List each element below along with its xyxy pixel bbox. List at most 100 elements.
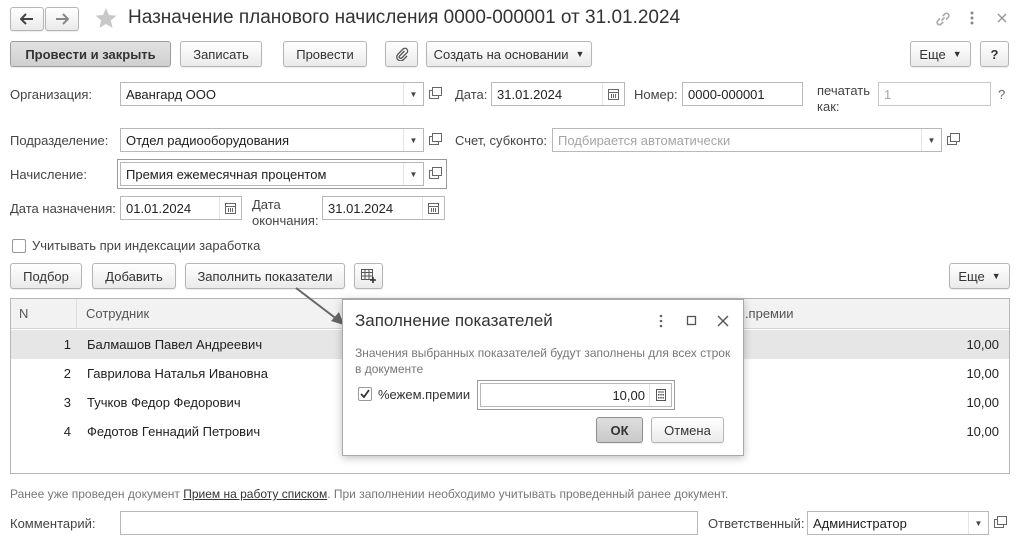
assign-date-field[interactable]: 01.01.2024 <box>120 196 242 220</box>
window-title: Назначение планового начисления 0000-000… <box>128 7 681 28</box>
org-open-button[interactable] <box>424 82 444 106</box>
arrow-left-icon <box>20 13 33 25</box>
table-settings-button[interactable] <box>354 263 383 289</box>
calendar-icon <box>608 88 619 100</box>
paperclip-icon <box>395 47 408 61</box>
column-header-bonus-percent[interactable]: м.премии <box>736 299 936 329</box>
calendar-icon <box>225 202 236 214</box>
forward-button[interactable] <box>45 7 79 31</box>
calendar-button[interactable] <box>602 83 624 105</box>
print-as-placeholder: 1 <box>884 86 892 102</box>
dialog-description: Значения выбранных показателей будут зап… <box>355 346 731 376</box>
maximize-icon[interactable] <box>684 313 700 329</box>
comment-label: Комментарий: <box>10 516 96 531</box>
end-date-field[interactable]: 31.01.2024 <box>322 196 445 220</box>
row-employee: Федотов Геннадий Петрович <box>87 424 261 439</box>
end-date-label-line2: окончания: <box>252 213 319 228</box>
dept-value: Отдел радиооборудования <box>126 132 290 148</box>
hire-document-link[interactable]: Прием на работу списком <box>183 487 327 501</box>
dept-open-button[interactable] <box>424 128 444 152</box>
pick-button[interactable]: Подбор <box>10 263 82 289</box>
link-icon[interactable] <box>934 10 952 28</box>
ok-button[interactable]: ОК <box>596 417 643 443</box>
chevron-down-icon: ▼ <box>991 271 1001 281</box>
open-icon <box>994 515 1007 528</box>
calendar-button[interactable] <box>422 197 444 219</box>
open-icon <box>947 132 960 145</box>
table-more-button[interactable]: Еще ▼ <box>949 263 1010 289</box>
more-vertical-icon[interactable] <box>964 9 980 27</box>
create-based-on-label: Создать на основании <box>433 46 569 62</box>
account-field[interactable]: Подбирается автоматически ▼ <box>552 128 942 152</box>
dept-field[interactable]: Отдел радиооборудования ▼ <box>120 128 424 152</box>
write-button[interactable]: Записать <box>180 41 262 67</box>
table-more-label: Еще <box>958 268 985 284</box>
row-value: 10,00 <box>966 424 999 439</box>
row-number: 2 <box>63 366 71 381</box>
account-open-button[interactable] <box>942 128 962 152</box>
chevron-down-icon[interactable]: ▼ <box>403 163 423 185</box>
row-number: 4 <box>63 424 71 439</box>
print-as-label-line2: как: <box>817 99 840 114</box>
open-icon <box>429 132 442 145</box>
org-field[interactable]: Авангард ООО ▼ <box>120 82 424 106</box>
post-button[interactable]: Провести <box>283 41 367 67</box>
column-header-n[interactable]: N <box>11 299 77 329</box>
row-value: 10,00 <box>966 337 999 352</box>
attach-button[interactable] <box>385 41 418 67</box>
info-note-suffix: . При заполнении необходимо учитывать пр… <box>327 487 729 501</box>
account-placeholder: Подбирается автоматически <box>558 132 731 148</box>
chevron-down-icon: ▼ <box>575 49 585 59</box>
calendar-icon <box>428 202 439 214</box>
indicator-value-field[interactable]: 10,00 <box>480 383 672 407</box>
open-icon <box>429 86 442 99</box>
end-date-label-line1: Дата <box>252 197 281 212</box>
print-as-help-icon[interactable]: ? <box>998 87 1005 102</box>
help-button[interactable]: ? <box>980 41 1009 67</box>
responsible-label: Ответственный: <box>708 516 805 531</box>
table-add-icon <box>360 269 376 283</box>
row-value: 10,00 <box>966 366 999 381</box>
chevron-down-icon[interactable]: ▼ <box>968 512 988 534</box>
row-number: 3 <box>63 395 71 410</box>
chevron-down-icon[interactable]: ▼ <box>921 129 941 151</box>
calculator-button[interactable] <box>649 384 671 406</box>
accrual-field[interactable]: Премия ежемесячная процентом ▼ <box>120 162 424 186</box>
indicator-checkbox[interactable] <box>358 387 372 401</box>
print-as-field[interactable]: 1 <box>878 82 991 106</box>
responsible-value: Администратор <box>813 515 907 531</box>
indexation-label: Учитывать при индексации заработка <box>32 238 261 253</box>
create-based-on-button[interactable]: Создать на основании ▼ <box>426 41 592 67</box>
date-field[interactable]: 31.01.2024 <box>491 82 625 106</box>
dept-label: Подразделение: <box>10 133 109 148</box>
comment-field[interactable] <box>120 511 698 535</box>
close-icon[interactable] <box>715 313 731 329</box>
account-label: Счет, субконто: <box>455 133 548 148</box>
accrual-open-button[interactable] <box>424 162 444 186</box>
close-icon[interactable] <box>994 10 1010 26</box>
date-label: Дата: <box>455 87 488 102</box>
chevron-down-icon[interactable]: ▼ <box>403 129 423 151</box>
row-number: 1 <box>63 337 71 352</box>
chevron-down-icon[interactable]: ▼ <box>403 83 423 105</box>
row-employee: Тучков Федор Федорович <box>87 395 241 410</box>
indexation-checkbox[interactable] <box>12 239 26 253</box>
responsible-open-button[interactable] <box>989 511 1009 535</box>
calendar-button[interactable] <box>219 197 241 219</box>
responsible-field[interactable]: Администратор ▼ <box>807 511 989 535</box>
accrual-value: Премия ежемесячная процентом <box>126 166 327 182</box>
org-value: Авангард ООО <box>126 86 216 102</box>
favorite-star-icon[interactable] <box>94 6 118 30</box>
cancel-button[interactable]: Отмена <box>651 417 724 443</box>
dialog-title: Заполнение показателей <box>355 311 553 330</box>
more-vertical-icon[interactable] <box>653 313 669 329</box>
add-button[interactable]: Добавить <box>92 263 176 289</box>
number-field[interactable]: 0000-000001 <box>682 82 803 106</box>
back-button[interactable] <box>10 7 44 31</box>
info-note-prefix: Ранее уже проведен документ <box>10 487 184 501</box>
post-and-close-button[interactable]: Провести и закрыть <box>10 41 171 67</box>
more-button[interactable]: Еще ▼ <box>910 41 971 67</box>
more-label: Еще <box>919 46 946 62</box>
fill-indicators-dialog: Заполнение показателей Значения выбранны… <box>342 299 744 456</box>
number-label: Номер: <box>634 87 678 102</box>
